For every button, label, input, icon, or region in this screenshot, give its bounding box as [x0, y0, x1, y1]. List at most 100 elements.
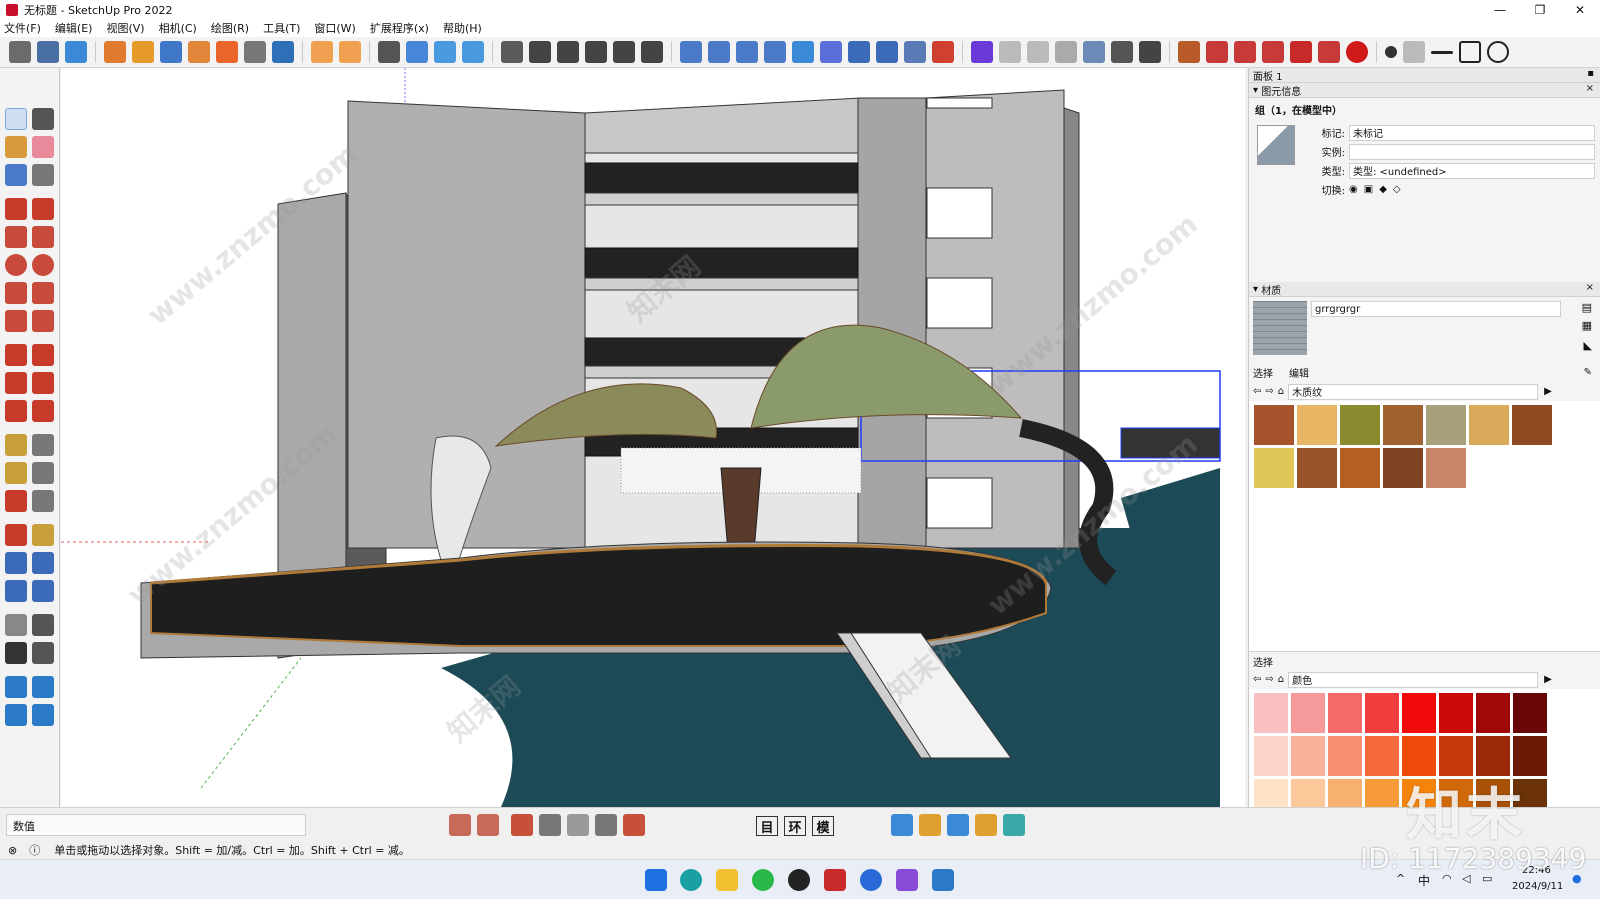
menu-tools[interactable]: 工具(T)	[263, 20, 300, 36]
menu-edit[interactable]: 编辑(E)	[55, 20, 93, 36]
offset-tool-icon[interactable]	[32, 400, 54, 422]
cloud-download-icon[interactable]	[764, 41, 786, 63]
color-swatch[interactable]	[1365, 736, 1399, 776]
minimize-button[interactable]: —	[1480, 0, 1520, 19]
move-icon[interactable]	[5, 344, 27, 366]
cone-icon[interactable]	[1403, 41, 1425, 63]
close-icon[interactable]: ×	[1586, 282, 1594, 293]
cast-shadow-icon[interactable]: ◆	[1379, 184, 1387, 195]
position-camera-icon[interactable]	[5, 614, 27, 636]
3d-text-icon[interactable]	[32, 490, 54, 512]
orbit-tool-icon[interactable]	[65, 41, 87, 63]
details-icon[interactable]: ▶	[1544, 674, 1552, 685]
orbit-tool2-icon[interactable]	[5, 524, 27, 546]
drape-icon[interactable]	[32, 704, 54, 726]
visibility-eye-icon[interactable]: ◉	[1349, 184, 1358, 195]
person-icon[interactable]	[1003, 814, 1025, 836]
select-tool-icon[interactable]	[5, 108, 27, 130]
polygon-icon[interactable]	[32, 254, 54, 276]
material-name-input[interactable]: grrgrgrgr	[1311, 301, 1561, 317]
previous-view-icon[interactable]	[32, 580, 54, 602]
wood-material-swatch[interactable]	[1469, 405, 1509, 445]
rotated-rectangle-icon[interactable]	[32, 226, 54, 248]
close-button[interactable]: ✕	[1560, 0, 1600, 19]
tape-icon[interactable]	[5, 434, 27, 456]
warehouse-icon[interactable]	[680, 41, 702, 63]
wood-material-swatch[interactable]	[1297, 405, 1337, 445]
menu-extensions[interactable]: 扩展程序(x)	[370, 20, 429, 36]
materials-header[interactable]: ▾ 材质 ×	[1249, 282, 1600, 297]
view-iso-icon[interactable]	[406, 41, 428, 63]
info-icon[interactable]: ⓘ	[29, 842, 40, 858]
pan-icon[interactable]	[32, 524, 54, 546]
extension-warehouse-icon[interactable]	[792, 41, 814, 63]
zoom-icon[interactable]	[5, 552, 27, 574]
freehand-icon[interactable]	[32, 198, 54, 220]
plugin-library-icon[interactable]	[1290, 41, 1312, 63]
monochrome-icon[interactable]	[641, 41, 663, 63]
tape-measure-icon[interactable]	[216, 41, 238, 63]
box-icon[interactable]	[1139, 41, 1161, 63]
home-icon[interactable]: ⌂	[1278, 674, 1284, 685]
model-viewport[interactable]: www.znzmo.com www.znzmo.com 知末网 www.znzm…	[61, 68, 1245, 807]
sketchup-taskbar-icon[interactable]	[932, 869, 954, 891]
timer-icon[interactable]	[1083, 41, 1105, 63]
color-swatch[interactable]	[1328, 736, 1362, 776]
type-select[interactable]: 类型: <undefined>	[1349, 162, 1595, 179]
plugin-book-icon[interactable]	[1234, 41, 1256, 63]
plugin-ai-icon[interactable]	[1206, 41, 1228, 63]
color-swatch[interactable]	[1254, 736, 1288, 776]
rectangle-tool-icon[interactable]	[5, 226, 27, 248]
move-cross-icon[interactable]	[947, 814, 969, 836]
wood-material-swatch[interactable]	[1426, 448, 1466, 488]
wireframe-icon[interactable]	[529, 41, 551, 63]
menu-window[interactable]: 窗口(W)	[314, 20, 355, 36]
pencil-tool-icon[interactable]	[9, 41, 31, 63]
follow-me-tool-icon[interactable]	[32, 372, 54, 394]
dot-icon[interactable]	[1385, 46, 1397, 58]
credits-icon[interactable]: ⊗	[8, 844, 17, 857]
display-secondary-icon[interactable]: ▤	[1582, 301, 1592, 314]
view-front-icon[interactable]	[462, 41, 484, 63]
follow-me-icon[interactable]	[160, 41, 182, 63]
chrome-icon[interactable]	[932, 41, 954, 63]
qq-icon[interactable]	[788, 869, 810, 891]
wechat-icon[interactable]	[752, 869, 774, 891]
circle-icon[interactable]	[5, 254, 27, 276]
styles-icon[interactable]	[848, 41, 870, 63]
profile-icon[interactable]	[971, 41, 993, 63]
pencil-icon[interactable]	[32, 164, 54, 186]
windows-start-icon[interactable]	[645, 869, 667, 891]
scene-icon[interactable]	[449, 814, 471, 836]
plugin-image-icon[interactable]	[1262, 41, 1284, 63]
line-icon[interactable]	[1431, 50, 1453, 54]
stamp-icon[interactable]	[5, 704, 27, 726]
menu-view[interactable]: 视图(V)	[106, 20, 144, 36]
gear-icon[interactable]	[1111, 41, 1133, 63]
shaded-icon[interactable]	[585, 41, 607, 63]
sandbox-icon[interactable]	[5, 676, 27, 698]
help-icon[interactable]	[1346, 41, 1368, 63]
rotate-icon[interactable]	[272, 41, 294, 63]
zoom-window-icon[interactable]	[32, 552, 54, 574]
hide-icon[interactable]	[1487, 41, 1509, 63]
clock-date[interactable]: 2024/9/11	[1512, 881, 1563, 892]
color-swatch[interactable]	[1402, 693, 1436, 733]
push-pull-tool-icon[interactable]	[32, 344, 54, 366]
offset-icon[interactable]	[188, 41, 210, 63]
record-icon[interactable]	[999, 41, 1021, 63]
menu-draw[interactable]: 绘图(R)	[211, 20, 249, 36]
view-top-icon[interactable]	[434, 41, 456, 63]
wood-material-swatch[interactable]	[1254, 405, 1294, 445]
wood-material-swatch[interactable]	[1340, 448, 1380, 488]
view-button-1[interactable]: 目	[756, 816, 778, 836]
tag-select[interactable]: 未标记	[1349, 124, 1595, 141]
camera-icon[interactable]	[1055, 41, 1077, 63]
plugin-ai2-icon[interactable]	[1318, 41, 1340, 63]
measure-icon[interactable]	[975, 814, 997, 836]
share-model-icon[interactable]	[708, 41, 730, 63]
push-pull-icon[interactable]	[132, 41, 154, 63]
component-icon[interactable]	[5, 164, 27, 186]
menu-help[interactable]: 帮助(H)	[443, 20, 482, 36]
eraser-icon[interactable]	[32, 136, 54, 158]
